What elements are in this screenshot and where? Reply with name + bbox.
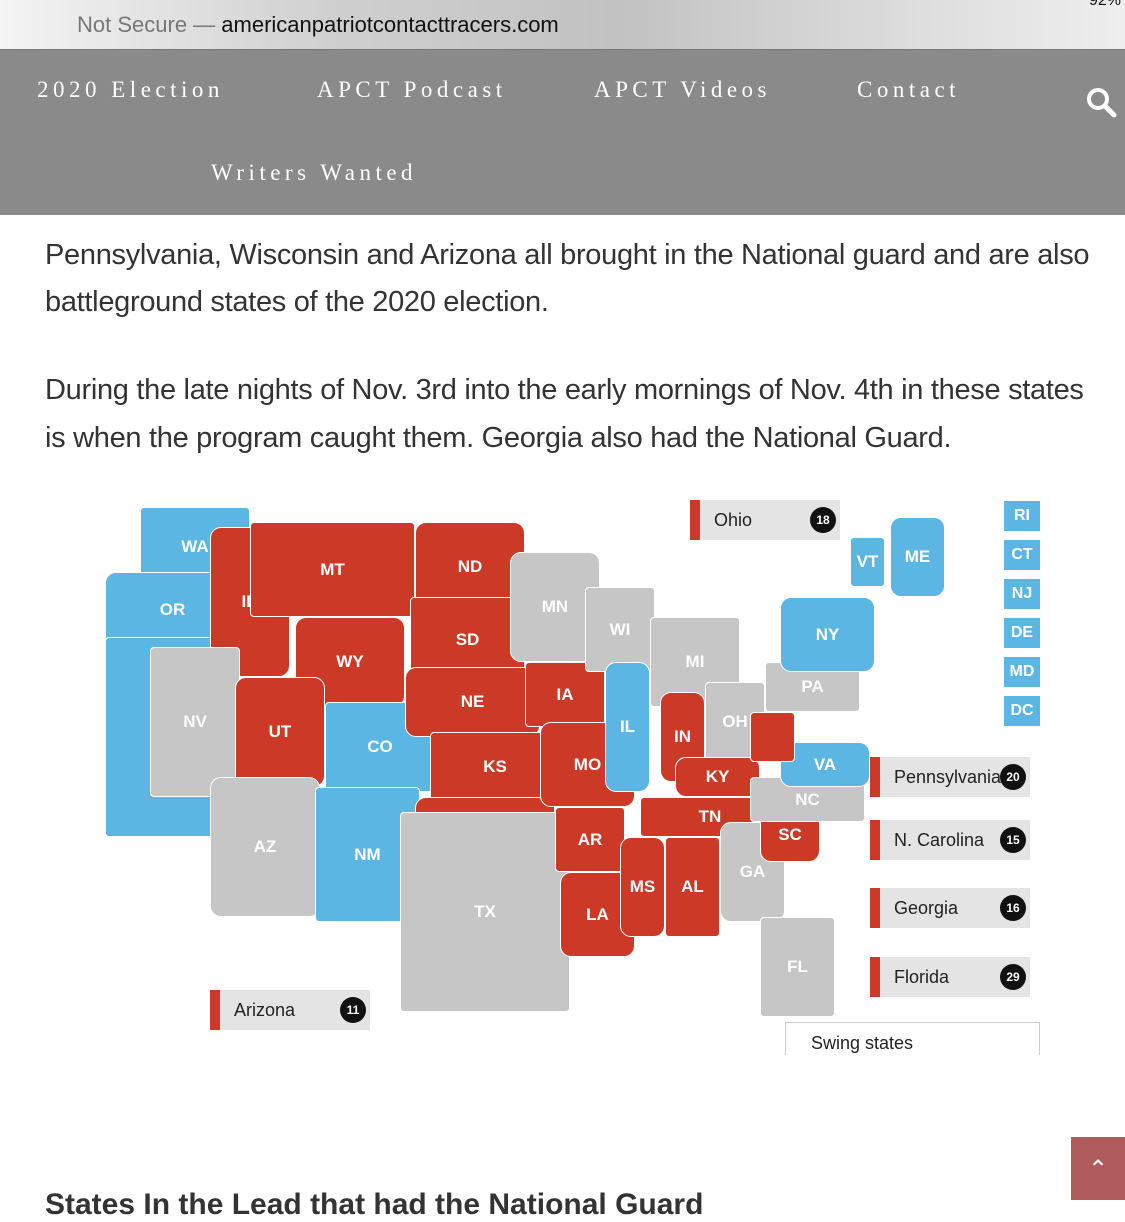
article-paragraph: Pennsylvania, Wisconsin and Arizona all …: [45, 239, 1090, 318]
state-label: CO: [367, 737, 393, 756]
state-label: AL: [681, 877, 704, 896]
next-heading: States In the Lead that had the National…: [45, 1188, 704, 1221]
state-label: TX: [474, 902, 496, 921]
nav-contact[interactable]: Contact: [857, 77, 960, 103]
state-wi: WI: [585, 587, 655, 672]
state-ms: MS: [620, 837, 665, 937]
state-il: IL: [605, 662, 650, 792]
state-label: NC: [795, 789, 820, 809]
state-wv: [750, 712, 795, 762]
swing-callout-n-carolina: N. Carolina 15: [870, 820, 1030, 860]
state-label: VT: [856, 552, 879, 571]
state-ar: AR: [555, 807, 625, 872]
state-label: MS: [629, 877, 656, 896]
state-label: NV: [183, 712, 207, 731]
state-vt: VT: [850, 537, 885, 587]
state-label: OR: [159, 599, 186, 619]
swing-callout-pennsylvania: Pennsylvania 20: [870, 757, 1030, 797]
state-nj: NJ: [1004, 579, 1040, 609]
state-label: WI: [609, 619, 631, 639]
state-label: AR: [577, 829, 603, 849]
state-label: KY: [705, 767, 730, 786]
state-label: OH: [722, 712, 748, 731]
state-label: ME: [904, 547, 931, 566]
state-mt: MT: [250, 522, 415, 617]
swing-callout-arizona: Arizona 11: [210, 990, 370, 1030]
scroll-to-top-button[interactable]: ⌃: [1071, 1137, 1125, 1200]
state-label: AZ: [253, 837, 277, 856]
state-label: NE: [460, 692, 485, 711]
nav-apct-podcast[interactable]: APCT Podcast: [317, 77, 507, 103]
domain-label: americanpatriotcontacttracers.com: [221, 12, 559, 37]
state-label: FL: [787, 957, 808, 976]
electoral-votes-badge: 18: [810, 507, 836, 533]
swing-state-name: Ohio: [714, 509, 753, 530]
state-label: VA: [813, 754, 837, 774]
swing-state-name: Florida: [894, 966, 950, 987]
url-display[interactable]: Not Secure — americanpatriotcontacttrace…: [77, 12, 559, 38]
state-label: IL: [619, 717, 636, 736]
electoral-votes-badge: 16: [1000, 895, 1026, 921]
state-label: MI: [685, 652, 705, 671]
swing-states-label: Swing states: [785, 1022, 1040, 1055]
electoral-votes-badge: 11: [340, 997, 366, 1023]
state-label: MN: [541, 597, 569, 616]
electoral-votes-badge: 15: [1000, 827, 1026, 853]
state-label: WY: [336, 652, 364, 671]
security-label: Not Secure —: [77, 12, 216, 37]
state-me: ME: [890, 517, 945, 597]
state-label: UT: [268, 722, 292, 741]
state-ri: RI: [1004, 501, 1040, 531]
electoral-votes-badge: 29: [1000, 964, 1026, 990]
state-label: KS: [483, 757, 507, 776]
state-label: NY: [815, 624, 840, 644]
swing-state-name: Pennsylvania: [894, 766, 1002, 787]
swing-state-name: N. Carolina: [894, 829, 985, 850]
state-dc: DC: [1004, 696, 1040, 726]
nav-writers-wanted[interactable]: Writers Wanted: [211, 160, 417, 186]
browser-address-bar[interactable]: Not Secure — americanpatriotcontacttrace…: [0, 0, 1125, 50]
swing-state-name: Arizona: [234, 999, 296, 1020]
state-label: MT: [320, 559, 345, 579]
nav-2020-election[interactable]: 2020 Election: [37, 77, 224, 103]
state-label: WA: [181, 537, 209, 556]
state-label: IN: [674, 727, 691, 746]
search-icon[interactable]: [1085, 86, 1117, 118]
state-label: IA: [556, 684, 574, 704]
state-az: AZ: [210, 777, 320, 917]
double-chevron-up-icon: ⌃: [1087, 1154, 1109, 1183]
state-ny: NY: [780, 597, 875, 672]
main-nav: 2020 Election APCT Podcast APCT Videos C…: [0, 50, 1125, 215]
electoral-votes-badge: 20: [1000, 764, 1026, 790]
swing-state-name: Georgia: [894, 897, 959, 918]
swing-callout-georgia: Georgia 16: [870, 888, 1030, 928]
state-label: ND: [457, 557, 483, 576]
state-label: LA: [586, 904, 609, 924]
state-fl: FL: [760, 917, 835, 1017]
state-de: DE: [1004, 618, 1040, 648]
state-ut: UT: [235, 677, 325, 787]
state-al: AL: [665, 837, 720, 937]
state-tx: TX: [400, 812, 570, 1012]
state-ky: KY: [675, 757, 760, 797]
state-label: SC: [778, 824, 802, 844]
state-ct: CT: [1004, 540, 1040, 570]
swing-callout-florida: Florida 29: [870, 957, 1030, 997]
state-label: NM: [354, 844, 381, 864]
nav-apct-videos[interactable]: APCT Videos: [594, 77, 771, 103]
state-label: SD: [455, 629, 480, 649]
state-label: GA: [739, 862, 766, 881]
article-paragraph: During the late nights of Nov. 3rd into …: [45, 374, 1084, 454]
state-label: TN: [698, 807, 722, 826]
state-nv: NV: [150, 647, 240, 797]
battery-status: 92%: [1088, 0, 1121, 9]
swing-states-map: Swing states WAORCAIDMTWYNVUTCOAZNMNDSDN…: [100, 497, 1045, 1055]
state-label: MO: [573, 754, 602, 774]
state-ne: NE: [405, 667, 540, 737]
state-label: PA: [801, 677, 824, 696]
swing-callout-ohio: Ohio 18: [690, 500, 840, 540]
state-md: MD: [1004, 657, 1040, 687]
